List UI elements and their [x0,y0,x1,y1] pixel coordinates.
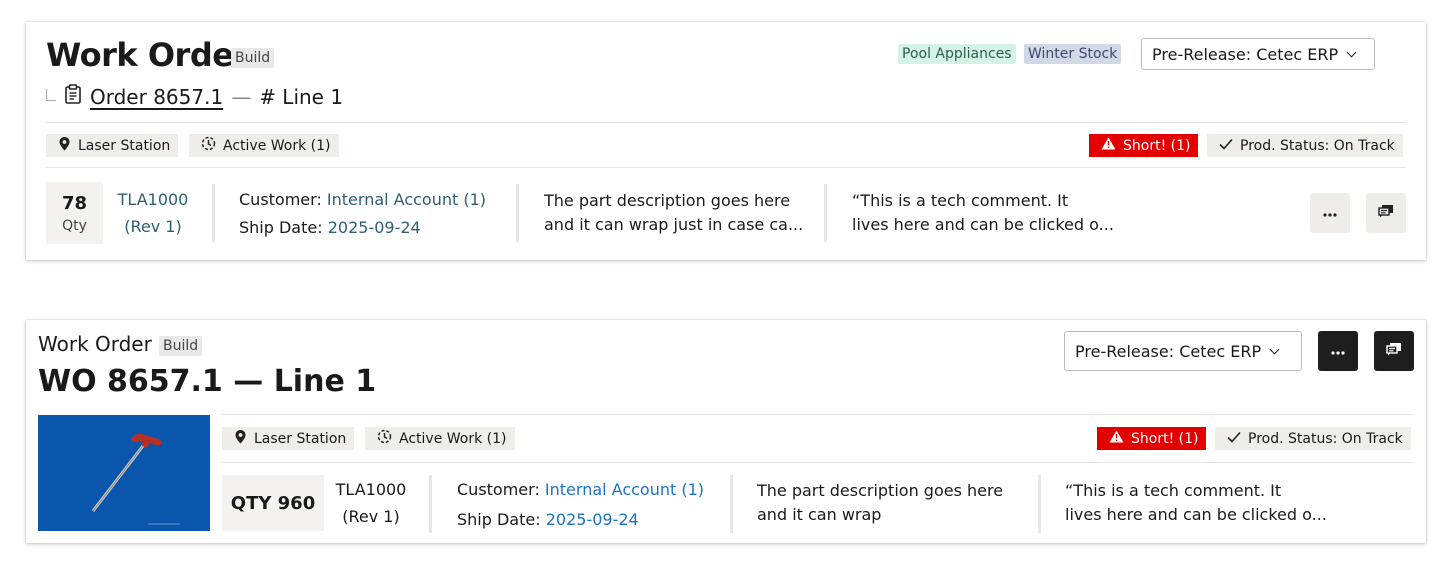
clipboard-icon [64,84,82,109]
quantity-value: 78 [61,192,88,214]
divider [222,414,1414,415]
check-icon [1227,431,1241,447]
activity-chip-label: Active Work (1) [223,137,331,154]
customer-link[interactable]: Internal Account (1) [327,190,486,209]
clock-dashed-icon [377,429,392,448]
warning-icon [1101,137,1116,154]
ship-date-value[interactable]: 2025-09-24 [328,218,421,237]
order-link[interactable]: Order 8657.1 [90,85,223,109]
part-description: The part description goes here and it ca… [544,189,806,237]
quantity-unit: Qty [62,217,87,234]
status-select[interactable]: Pre-Release: Cetec ERP [1064,331,1302,371]
activity-chip-label: Active Work (1) [399,430,507,447]
map-pin-icon [234,429,247,449]
column-divider [1038,475,1041,533]
column-divider [212,184,215,242]
comment-line: “This is a tech comment. It [1065,481,1282,500]
ship-date-value[interactable]: 2025-09-24 [546,510,639,529]
quantity-box: QTY 960 [222,475,324,531]
quantity-value: QTY 960 [230,492,316,514]
part-description: The part description goes here and it ca… [757,479,1019,527]
warning-icon [1109,430,1124,447]
activity-chip[interactable]: Active Work (1) [189,134,339,157]
status-select[interactable]: Pre-Release: Cetec ERP [1141,38,1375,70]
customer-label: Customer: [457,480,540,499]
ellipsis-icon [1323,204,1337,222]
line-label: # Line 1 [259,84,344,109]
description-line: The part description goes here [757,481,1004,500]
column-divider [730,475,733,533]
status-select-value: Pre-Release: Cetec ERP [1075,341,1262,361]
chevron-down-icon [1269,344,1280,354]
more-actions-button[interactable] [1310,193,1350,233]
tag-winter-stock[interactable]: Winter Stock [1024,44,1122,64]
description-line: The part description goes here [544,191,791,210]
comments-button[interactable] [1366,193,1406,233]
location-chip-label: Laser Station [254,430,347,447]
location-chip[interactable]: Laser Station [46,134,179,157]
comments-icon [1386,342,1402,361]
comment-line: “This is a tech comment. It [852,191,1069,210]
quantity-box: 78 Qty [46,182,103,244]
part-number[interactable]: TLA1000 (Rev 1) [334,476,408,530]
part-revision[interactable]: (Rev 1) [114,213,192,240]
customer-link[interactable]: Internal Account (1) [545,480,704,499]
column-divider [516,184,519,242]
ellipsis-icon [1331,342,1345,360]
part-photo[interactable] [38,415,210,531]
comments-button[interactable] [1374,331,1414,371]
check-icon [1219,138,1233,154]
status-select-value: Pre-Release: Cetec ERP [1152,44,1339,64]
short-chip-label: Short! (1) [1131,430,1199,447]
comment-line: lives here and can be clicked o... [1065,505,1327,524]
page-title: WO 8657.1 — Line 1 [38,364,377,399]
column-divider [824,184,827,242]
short-chip[interactable]: Short! (1) [1089,134,1199,157]
page-subtitle: Work Order [38,332,152,356]
part-revision[interactable]: (Rev 1) [334,503,408,530]
divider [46,122,1406,123]
activity-chip[interactable]: Active Work (1) [365,427,515,450]
order-info: Customer: Internal Account (1) Ship Date… [457,475,704,535]
column-divider [429,475,432,533]
part-number-link[interactable]: TLA1000 [114,186,192,213]
description-line: and it can wrap just in case ca... [544,215,804,234]
location-chip-label: Laser Station [78,137,171,154]
part-number-link[interactable]: TLA1000 [334,476,408,503]
tech-comment[interactable]: “This is a tech comment. It lives here a… [852,189,1114,237]
tag-pool-appliances[interactable]: Pool Appliances [898,44,1016,64]
type-badge: Build [159,336,203,356]
prod-status-label: Prod. Status: On Track [1240,137,1395,154]
work-order-card-large: Work Order Build Order 8657.1 — # Line 1… [26,22,1426,260]
divider [222,462,1414,463]
ship-date-label: Ship Date: [457,510,541,529]
map-pin-icon [58,136,71,156]
tech-comment[interactable]: “This is a tech comment. It lives here a… [1065,479,1327,527]
type-badge: Build [231,48,275,68]
short-chip[interactable]: Short! (1) [1097,427,1207,450]
t-handle-tool-image [91,433,180,525]
clock-dashed-icon [201,136,216,155]
divider [46,167,1406,168]
comment-line: lives here and can be clicked o... [852,215,1114,234]
part-number[interactable]: TLA1000 (Rev 1) [114,186,192,240]
short-chip-label: Short! (1) [1123,137,1191,154]
prod-status-label: Prod. Status: On Track [1248,430,1403,447]
more-actions-button[interactable] [1318,331,1358,371]
prod-status-chip[interactable]: Prod. Status: On Track [1215,427,1411,450]
work-order-card-compact: Work Order Build WO 8657.1 — Line 1 Pre-… [26,320,1426,543]
ship-date-label: Ship Date: [239,218,323,237]
location-chip[interactable]: Laser Station [222,427,355,450]
customer-label: Customer: [239,190,322,209]
breadcrumb: Order 8657.1 — # Line 1 [46,84,343,109]
comments-icon [1378,204,1394,223]
order-info: Customer: Internal Account (1) Ship Date… [239,186,486,242]
page-title: Work Order [46,36,249,74]
chevron-down-icon [1346,47,1357,57]
breadcrumb-separator: — [231,84,252,109]
prod-status-chip[interactable]: Prod. Status: On Track [1207,134,1403,157]
tree-elbow [46,88,56,101]
description-line: and it can wrap [757,505,882,524]
